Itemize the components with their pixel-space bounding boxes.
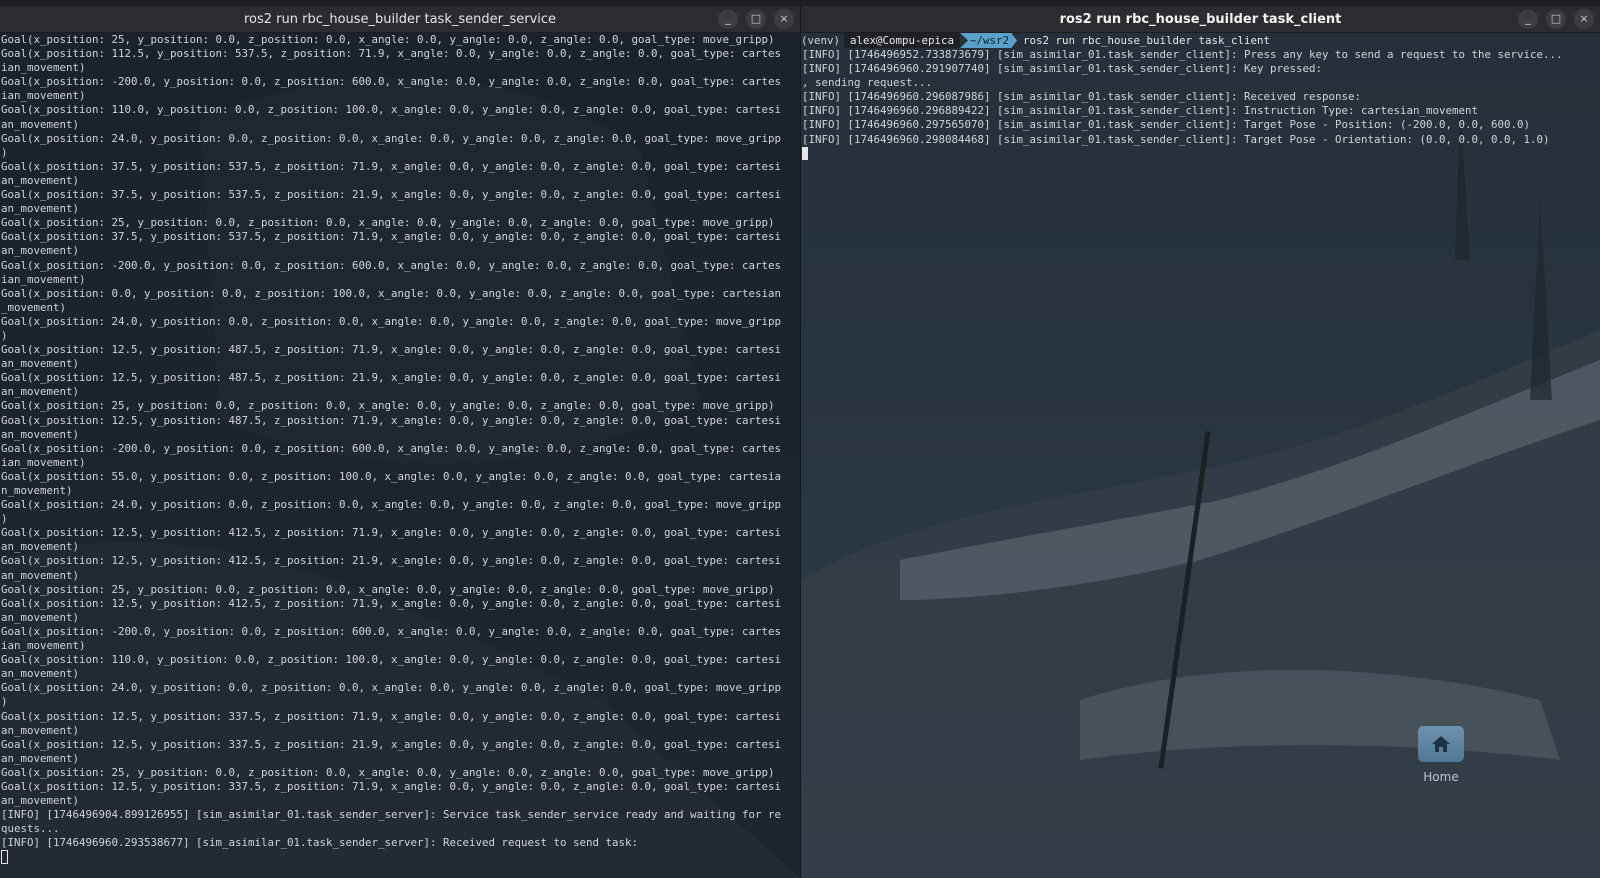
terminal-cursor-line (1, 850, 800, 865)
text-cursor (802, 147, 808, 161)
terminal-line: an_movement) (1, 610, 80, 624)
terminal-line: Goal(x_position: 25, y_position: 0.0, z_… (1, 765, 775, 779)
terminal-line: Goal(x_position: 0.0, y_position: 0.0, z… (1, 286, 782, 300)
terminal-line: [INFO] [1746496960.298084468] [sim_asimi… (802, 132, 1550, 146)
terminal-line: quests... (1, 822, 60, 836)
terminal-line: ) (1, 328, 8, 342)
home-folder-shortcut[interactable]: Home (1408, 726, 1474, 784)
terminal-line: [INFO] [1746496960.296889422] [sim_asimi… (802, 104, 1479, 118)
terminal-line: Goal(x_position: 37.5, y_position: 537.5… (1, 188, 782, 202)
terminal-line: an_movement) (1, 751, 80, 765)
terminal-line: ian_movement) (1, 455, 86, 469)
terminal-line: Goal(x_position: 37.5, y_position: 537.5… (1, 230, 782, 244)
prompt-directory: ~/wsr2 (960, 33, 1018, 48)
terminal-line: Goal(x_position: 55.0, y_position: 0.0, … (1, 469, 782, 483)
terminal-line: ian_movement) (1, 639, 86, 653)
prompt-user: alex@Compu-epica (844, 33, 961, 48)
maximize-button[interactable]: □ (1546, 9, 1566, 29)
window-title: ros2 run rbc_house_builder task_sender_s… (243, 11, 557, 27)
terminal-line: [INFO] [1746496960.297565070] [sim_asimi… (802, 118, 1531, 132)
terminal-line: Goal(x_position: 25, y_position: 0.0, z_… (1, 33, 775, 46)
terminal-line: Goal(x_position: 24.0, y_position: 0.0, … (1, 131, 782, 145)
terminal-line: Goal(x_position: 110.0, y_position: 0.0,… (1, 103, 782, 117)
terminal-line: Goal(x_position: 24.0, y_position: 0.0, … (1, 314, 782, 328)
window-title: ros2 run rbc_house_builder task_client (1059, 11, 1342, 27)
terminal-line: an_movement) (1, 357, 80, 371)
terminal-line: an_movement) (1, 385, 80, 399)
terminal-line: Goal(x_position: 24.0, y_position: 0.0, … (1, 498, 782, 512)
terminal-line: Goal(x_position: -200.0, y_position: 0.0… (1, 258, 782, 272)
prompt-venv: (venv) (801, 34, 841, 47)
terminal-window-task-client[interactable]: ros2 run rbc_house_builder task_client _… (801, 6, 1600, 878)
terminal-line: Goal(x_position: 12.5, y_position: 487.5… (1, 371, 782, 385)
terminal-line: an_movement) (1, 173, 80, 187)
terminal-line: Goal(x_position: 12.5, y_position: 487.5… (1, 413, 782, 427)
close-button[interactable]: × (1574, 9, 1594, 29)
terminal-line: Goal(x_position: 12.5, y_position: 337.5… (1, 737, 782, 751)
terminal-line: Goal(x_position: -200.0, y_position: 0.0… (1, 441, 782, 455)
terminal-titlebar[interactable]: ros2 run rbc_house_builder task_sender_s… (0, 6, 800, 33)
terminal-line: Goal(x_position: 110.0, y_position: 0.0,… (1, 653, 782, 667)
terminal-line: Goal(x_position: 25, y_position: 0.0, z_… (1, 582, 775, 596)
terminal-line: an_movement) (1, 723, 80, 737)
terminal-line: n_movement) (1, 484, 73, 497)
terminal-line: an_movement) (1, 667, 80, 681)
terminal-line: Goal(x_position: 12.5, y_position: 337.5… (1, 709, 782, 723)
terminal-titlebar[interactable]: ros2 run rbc_house_builder task_client _… (801, 6, 1600, 33)
terminal-line: _movement) (1, 300, 67, 314)
terminal-line: Goal(x_position: -200.0, y_position: 0.0… (1, 75, 782, 89)
terminal-line: [INFO] [1746496904.899126955] [sim_asimi… (1, 808, 782, 822)
terminal-output[interactable]: Goal(x_position: 25, y_position: 0.0, z_… (0, 33, 800, 865)
terminal-line: an_movement) (1, 202, 80, 216)
terminal-line: [INFO] [1746496960.291907740] [sim_asimi… (802, 62, 1323, 76)
terminal-line: Goal(x_position: 37.5, y_position: 537.5… (1, 159, 782, 173)
terminal-line: ) (1, 145, 8, 159)
terminal-line: ian_movement) (1, 61, 86, 75)
terminal-line: Goal(x_position: 25, y_position: 0.0, z_… (1, 399, 775, 413)
terminal-line: Goal(x_position: 25, y_position: 0.0, z_… (1, 216, 775, 230)
terminal-line: ) (1, 695, 8, 709)
terminal-line: ) (1, 512, 8, 526)
terminal-line: an_movement) (1, 244, 80, 258)
terminal-line: Goal(x_position: 12.5, y_position: 412.5… (1, 596, 782, 610)
minimize-button[interactable]: _ (718, 9, 738, 29)
minimize-button[interactable]: _ (1518, 9, 1538, 29)
terminal-line: Goal(x_position: -200.0, y_position: 0.0… (1, 624, 782, 638)
terminal-line: [INFO] [1746496960.293538677] [sim_asimi… (1, 836, 639, 850)
terminal-line: Goal(x_position: 12.5, y_position: 337.5… (1, 779, 782, 793)
terminal-line: ian_movement) (1, 89, 86, 103)
home-icon (1418, 726, 1464, 762)
close-button[interactable]: × (774, 9, 794, 29)
terminal-line: Goal(x_position: 12.5, y_position: 412.5… (1, 554, 782, 568)
prompt-command: ros2 run rbc_house_builder task_client (1023, 34, 1271, 47)
terminal-line: ian_movement) (1, 272, 86, 286)
terminal-line: an_movement) (1, 117, 80, 131)
terminal-line: an_movement) (1, 540, 80, 554)
terminal-window-task-sender-service[interactable]: ros2 run rbc_house_builder task_sender_s… (0, 6, 800, 878)
home-label: Home (1423, 770, 1459, 784)
terminal-line: Goal(x_position: 12.5, y_position: 487.5… (1, 343, 782, 357)
terminal-line: Goal(x_position: 24.0, y_position: 0.0, … (1, 681, 782, 695)
terminal-line: Goal(x_position: 112.5, y_position: 537.… (1, 47, 782, 61)
terminal-line: [INFO] [1746496952.733873679] [sim_asimi… (802, 48, 1563, 61)
terminal-line: an_movement) (1, 427, 80, 441)
terminal-line: Goal(x_position: 12.5, y_position: 412.5… (1, 526, 782, 540)
terminal-cursor-line (802, 147, 1600, 161)
terminal-line: an_movement) (1, 568, 80, 582)
terminal-line: [INFO] [1746496960.296087986] [sim_asimi… (802, 90, 1362, 104)
shell-prompt: (venv) alex@Compu-epica ~/wsr2 ros2 run … (801, 33, 1600, 48)
text-cursor (1, 850, 8, 865)
maximize-button[interactable]: □ (746, 9, 766, 29)
terminal-output[interactable]: [INFO] [1746496952.733873679] [sim_asimi… (801, 48, 1600, 161)
terminal-line: an_movement) (1, 794, 80, 808)
terminal-line: , sending request... (802, 76, 933, 90)
